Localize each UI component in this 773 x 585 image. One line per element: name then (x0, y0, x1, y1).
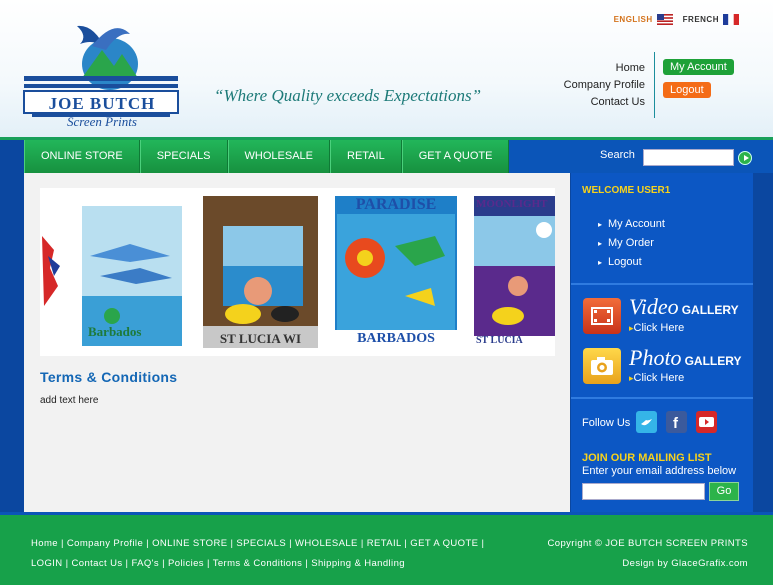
gallery-poster-paradise[interactable]: PARADISE BARBADOS (335, 196, 457, 348)
us-flag-icon (656, 14, 673, 25)
nav-specials[interactable]: SPECIALS (139, 140, 228, 173)
my-account-button[interactable]: My Account (663, 59, 734, 75)
right-strip (753, 173, 773, 512)
gallery-word: GALLERY (684, 354, 742, 368)
user-menu: My Account My Order Logout (598, 215, 665, 272)
footer-link-policies[interactable]: Policies (168, 558, 204, 569)
nav-wholesale[interactable]: WHOLESALE (227, 140, 330, 173)
footer-links-row-2: LOGIN | Contact Us | FAQ's | Policies | … (31, 558, 405, 569)
video-gallery-icon[interactable] (583, 298, 621, 334)
top-link-contact-us[interactable]: Contact Us (564, 94, 645, 111)
product-gallery[interactable]: Barbados ST LUCIA WI PARADISE BARBADOS M… (40, 188, 555, 356)
gallery-poster-barbados-fish[interactable]: Barbados (40, 196, 190, 348)
language-switcher: ENGLISH FRENCH (614, 14, 739, 25)
copyright-text: Copyright © JOE BUTCH SCREEN PRINTS (547, 538, 748, 549)
sidebar-divider (571, 283, 753, 285)
footer-link-shipping[interactable]: Shipping & Handling (311, 558, 405, 569)
logout-button[interactable]: Logout (663, 82, 711, 98)
lang-french[interactable]: FRENCH (683, 14, 739, 25)
gallery-caption: BARBADOS (357, 331, 435, 346)
search-input[interactable] (643, 149, 734, 166)
site-footer: Home | Company Profile | ONLINE STORE | … (0, 512, 773, 585)
search-go-button[interactable] (738, 151, 752, 165)
footer-link-wholesale[interactable]: WHOLESALE (295, 538, 358, 549)
sidebar-item-my-order[interactable]: My Order (598, 234, 665, 253)
mailing-list-subtitle: Enter your email address below (582, 465, 737, 477)
header-divider (654, 52, 655, 118)
mailing-list-title: JOIN OUR MAILING LIST (582, 452, 712, 464)
gallery-caption: PARADISE (355, 196, 437, 213)
lang-english[interactable]: ENGLISH (614, 14, 673, 25)
sidebar-item-my-account[interactable]: My Account (598, 215, 665, 234)
facebook-icon[interactable]: f (666, 411, 687, 433)
youtube-icon[interactable] (696, 411, 717, 433)
footer-links-row-1: Home | Company Profile | ONLINE STORE | … (31, 538, 485, 549)
nav-get-a-quote[interactable]: GET A QUOTE (401, 140, 510, 173)
photo-click-here-link[interactable]: Click Here (629, 372, 685, 384)
footer-link-retail[interactable]: RETAIL (367, 538, 402, 549)
gallery-caption: ST LUCIA (476, 335, 523, 346)
design-by-link[interactable]: Design by GlaceGrafix.com (622, 558, 748, 569)
nav-retail[interactable]: RETAIL (330, 140, 402, 173)
gallery-caption: ST LUCIA WI (219, 331, 302, 346)
footer-link-get-a-quote[interactable]: GET A QUOTE (410, 538, 478, 549)
site-header: JOE BUTCH Screen Prints “Where Quality e… (0, 0, 773, 137)
video-gallery-title[interactable]: Video GALLERY (629, 294, 739, 320)
gallery-word: GALLERY (681, 303, 739, 317)
fr-flag-icon (723, 14, 739, 25)
follow-us-label: Follow Us (582, 417, 631, 429)
sidebar-item-logout[interactable]: Logout (598, 253, 665, 272)
footer-link-contact-us[interactable]: Contact Us (72, 558, 123, 569)
gallery-poster-st-lucia[interactable]: ST LUCIA WI (203, 196, 318, 348)
top-link-home[interactable]: Home (564, 60, 645, 77)
top-link-company-profile[interactable]: Company Profile (564, 77, 645, 94)
svg-text:f: f (673, 415, 679, 432)
main-nav: ONLINE STORE SPECIALS WHOLESALE RETAIL G… (0, 137, 773, 176)
footer-link-faqs[interactable]: FAQ's (131, 558, 159, 569)
gallery-caption: Barbados (88, 324, 142, 339)
tagline: “Where Quality exceeds Expectations” (214, 86, 482, 105)
lang-french-label: FRENCH (682, 15, 719, 24)
mailing-go-button[interactable]: Go (709, 482, 739, 501)
video-word: Video (629, 294, 679, 319)
footer-link-terms[interactable]: Terms & Conditions (213, 558, 303, 569)
twitter-icon[interactable] (636, 411, 657, 433)
footer-link-online-store[interactable]: ONLINE STORE (152, 538, 227, 549)
footer-link-home[interactable]: Home (31, 538, 58, 549)
welcome-text: WELCOME USER1 (582, 185, 671, 196)
search-label: Search (600, 149, 635, 161)
nav-left-strip (0, 140, 24, 176)
footer-link-specials[interactable]: SPECIALS (236, 538, 286, 549)
logo-subtext: Screen Prints (67, 114, 137, 129)
photo-gallery-title[interactable]: Photo GALLERY (629, 345, 741, 371)
photo-word: Photo (629, 345, 682, 370)
top-links: Home Company Profile Contact Us (564, 60, 645, 111)
joe-butch-logo[interactable]: JOE BUTCH Screen Prints (22, 14, 182, 132)
gallery-caption: MOONLIGHT (476, 198, 548, 210)
photo-gallery-icon[interactable] (583, 348, 621, 384)
footer-link-login[interactable]: LOGIN (31, 558, 63, 569)
video-click-here-link[interactable]: Click Here (629, 322, 685, 334)
page-title: Terms & Conditions (40, 369, 178, 385)
email-field[interactable] (582, 483, 705, 500)
nav-items: ONLINE STORE SPECIALS WHOLESALE RETAIL G… (24, 140, 510, 173)
lang-english-label: ENGLISH (613, 15, 653, 24)
gallery-poster-moonlight[interactable]: MOONLIGHT ST LUCIA (474, 196, 555, 348)
logo-text: JOE BUTCH (48, 94, 156, 113)
sidebar-divider (571, 397, 753, 399)
footer-link-company-profile[interactable]: Company Profile (67, 538, 143, 549)
sidebar: WELCOME USER1 My Account My Order Logout… (571, 173, 753, 512)
content-area: Barbados ST LUCIA WI PARADISE BARBADOS M… (24, 173, 570, 512)
nav-online-store[interactable]: ONLINE STORE (24, 140, 140, 173)
page-body-text: add text here (40, 395, 99, 406)
